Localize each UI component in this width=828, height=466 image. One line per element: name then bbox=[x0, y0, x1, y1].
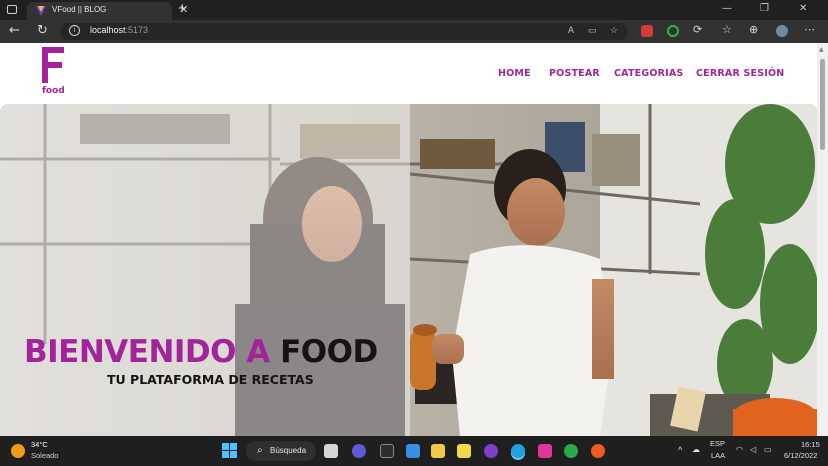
refresh-extension-icon[interactable]: ⟳ bbox=[693, 23, 702, 36]
site-logo[interactable]: food bbox=[40, 47, 66, 99]
tab-title: VFood || BLOG bbox=[52, 5, 107, 14]
hero-banner: BIENVENIDO A FOOD TU PLATAFORMA DE RECET… bbox=[0, 104, 817, 436]
hero-title-welcome: BIENVENIDO A bbox=[24, 334, 270, 370]
weather-temperature[interactable]: 34°C bbox=[31, 440, 48, 449]
scrollbar-thumb[interactable] bbox=[820, 59, 825, 150]
favorites-star-icon[interactable]: ☆ bbox=[610, 25, 618, 36]
task-view-icon[interactable] bbox=[324, 444, 338, 458]
clock-time[interactable]: 16:15 bbox=[801, 440, 820, 449]
weather-sun-icon[interactable] bbox=[11, 444, 25, 458]
logo-word: food bbox=[42, 86, 65, 96]
onedrive-icon[interactable]: ☁ bbox=[692, 445, 700, 454]
sticky-notes-icon[interactable] bbox=[457, 444, 471, 458]
nav-home[interactable]: HOME bbox=[498, 68, 531, 79]
address-bar[interactable]: i localhost:5173 A ▭ ☆ bbox=[60, 23, 628, 40]
language-indicator[interactable]: ESP bbox=[710, 439, 725, 448]
browser-toolbar: ← ↻ i localhost:5173 A ▭ ☆ ⟳ ☆ ⊕ ⋯ bbox=[0, 20, 828, 43]
postman-icon[interactable] bbox=[591, 444, 605, 458]
widgets-icon[interactable] bbox=[380, 444, 394, 458]
read-aloud-icon[interactable]: A bbox=[568, 25, 574, 35]
vfood-favicon-icon bbox=[36, 6, 46, 16]
minimize-button[interactable]: — bbox=[722, 3, 732, 14]
github-icon[interactable] bbox=[484, 444, 498, 458]
page-scrollbar[interactable]: ▲ bbox=[817, 43, 828, 436]
hero-title-brand: FOOD bbox=[280, 334, 378, 370]
clock-date[interactable]: 6/12/2022 bbox=[784, 451, 817, 460]
maps-icon[interactable] bbox=[564, 444, 578, 458]
extension-green-icon[interactable] bbox=[667, 25, 679, 37]
more-icon[interactable]: ⋯ bbox=[804, 23, 815, 36]
collections-icon[interactable]: ⊕ bbox=[749, 23, 758, 36]
address-url[interactable]: localhost:5173 bbox=[90, 25, 148, 35]
nav-postear[interactable]: POSTEAR bbox=[549, 68, 600, 79]
site-navbar: food HOME POSTEAR CATEGORIAS CERRAR SESI… bbox=[0, 43, 817, 104]
immersive-reader-icon[interactable]: ▭ bbox=[588, 25, 597, 36]
search-label: Búsqueda bbox=[270, 446, 307, 455]
nav-categorias[interactable]: CATEGORIAS bbox=[614, 68, 683, 79]
weather-condition[interactable]: Soleado bbox=[31, 451, 59, 460]
hero-subtitle: TU PLATAFORMA DE RECETAS bbox=[107, 372, 314, 387]
favorites-icon[interactable]: ☆ bbox=[722, 23, 732, 36]
keyboard-layout[interactable]: LAA bbox=[711, 451, 725, 460]
info-icon[interactable]: i bbox=[69, 25, 80, 36]
browser-tab-bar: VFood || BLOG ✕ + — ❐ ✕ bbox=[0, 0, 828, 20]
search-icon: ⌕ bbox=[257, 445, 263, 456]
tray-chevron-icon[interactable]: ^ bbox=[678, 445, 682, 455]
extension-red-icon[interactable] bbox=[641, 25, 653, 37]
refresh-icon[interactable]: ↻ bbox=[37, 23, 48, 38]
maximize-button[interactable]: ❐ bbox=[760, 3, 769, 14]
volume-icon[interactable]: ◁ bbox=[750, 445, 756, 454]
battery-icon[interactable]: ▭ bbox=[764, 445, 772, 454]
calculator-icon[interactable] bbox=[406, 444, 420, 458]
start-button[interactable] bbox=[222, 443, 238, 459]
taskbar-search[interactable]: ⌕ Búsqueda bbox=[246, 441, 316, 461]
browser-tab[interactable]: VFood || BLOG ✕ bbox=[27, 2, 188, 20]
tab-actions-icon[interactable] bbox=[7, 5, 17, 14]
edge-browser-icon[interactable] bbox=[511, 444, 525, 458]
teams-chat-icon[interactable] bbox=[352, 444, 366, 458]
web-page: food HOME POSTEAR CATEGORIAS CERRAR SESI… bbox=[0, 43, 828, 436]
hero-title: BIENVENIDO A FOOD bbox=[24, 334, 378, 370]
wifi-icon[interactable]: ◠ bbox=[736, 445, 743, 454]
windows-taskbar: 34°C Soleado ⌕ Búsqueda ^ ☁ ESP LAA ◠ ◁ … bbox=[0, 436, 828, 466]
file-explorer-icon[interactable] bbox=[431, 444, 445, 458]
figma-icon[interactable] bbox=[538, 444, 552, 458]
new-tab-button[interactable]: + bbox=[178, 0, 187, 17]
nav-cerrar-sesion[interactable]: CERRAR SESIÓN bbox=[696, 68, 784, 79]
back-icon[interactable]: ← bbox=[9, 23, 20, 38]
scroll-up-icon[interactable]: ▲ bbox=[819, 46, 824, 53]
logo-mark-middle bbox=[42, 62, 62, 68]
profile-avatar[interactable] bbox=[776, 25, 788, 37]
close-window-button[interactable]: ✕ bbox=[799, 3, 807, 14]
